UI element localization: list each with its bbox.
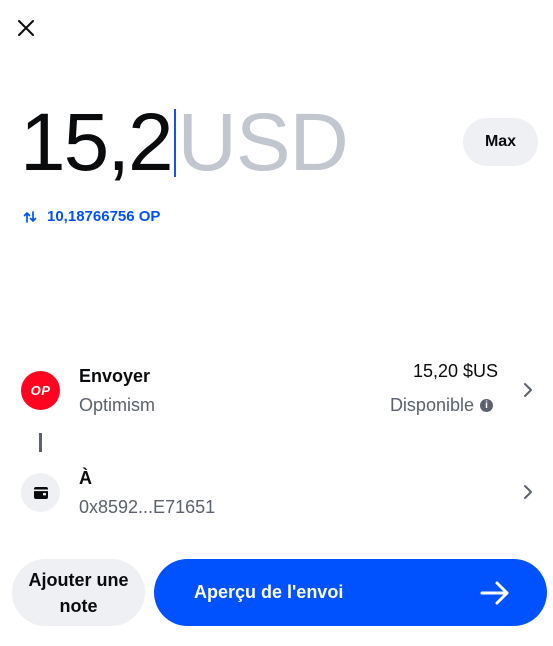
text-caret (173, 109, 176, 177)
arrow-right-icon (480, 581, 509, 605)
wallet-icon-container (21, 473, 60, 512)
swap-vertical-icon (23, 210, 37, 223)
available-amount: 15,20 $US (412, 361, 498, 381)
preview-send-label: Aperçu de l'envoi (194, 582, 344, 602)
amount-value: 15,2 (20, 97, 174, 188)
available-label: Disponible (389, 395, 474, 415)
send-network: Optimism (79, 395, 155, 415)
max-button[interactable]: Max (463, 118, 538, 166)
close-icon (18, 20, 34, 36)
recipient-row[interactable]: À 0x8592...E71651 (0, 460, 553, 522)
recipient-title: À (79, 468, 92, 488)
send-asset-row[interactable]: OP Envoyer Optimism 15,20 $US Disponible… (0, 358, 553, 422)
wallet-icon (33, 486, 48, 499)
amount-currency: USD (177, 97, 349, 188)
row-connector-line (39, 433, 42, 452)
chevron-right-icon (524, 485, 532, 499)
amount-input[interactable]: 15,2 USD (20, 97, 349, 188)
info-icon[interactable]: i (480, 399, 493, 412)
conversion-text: 10,18766756 OP (47, 208, 161, 225)
send-title: Envoyer (79, 366, 151, 386)
available-label-group: Disponible i (390, 395, 493, 416)
close-button[interactable] (14, 16, 38, 40)
conversion-toggle[interactable]: 10,18766756 OP (22, 208, 160, 225)
preview-send-button[interactable]: Aperçu de l'envoi (154, 559, 547, 626)
recipient-address: 0x8592...E71651 (79, 497, 216, 517)
optimism-logo: OP (21, 371, 60, 410)
add-note-button[interactable]: Ajouter une note (12, 559, 145, 626)
chevron-right-icon (524, 383, 532, 397)
